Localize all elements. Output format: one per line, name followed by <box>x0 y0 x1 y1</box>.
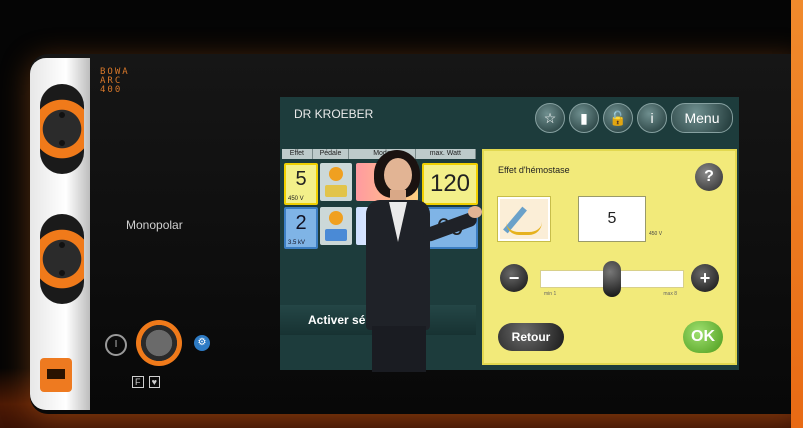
settings-icon[interactable]: ⚙ <box>194 335 210 351</box>
menu-button[interactable]: Menu <box>671 103 733 133</box>
tissue-wave-shape <box>506 222 542 235</box>
socket-pin <box>59 242 65 248</box>
ok-button[interactable]: OK <box>683 321 723 353</box>
effect-value: 2 <box>295 212 307 234</box>
book-icon[interactable]: ▮ <box>569 103 599 133</box>
increase-button[interactable]: + <box>691 264 719 292</box>
dialog-title: Effet d'hémostase <box>498 165 570 175</box>
slider-max-label: max 8 <box>663 291 677 297</box>
pedal-indicators: F ♥ <box>132 376 162 388</box>
effect-slider[interactable] <box>540 261 684 297</box>
presenter-skirt <box>372 326 426 372</box>
socket-top[interactable] <box>40 84 84 174</box>
slider-min-label: min 1 <box>544 291 557 297</box>
effect-cell[interactable]: 5 450 V <box>284 163 318 205</box>
socket-pin <box>59 112 65 118</box>
effect-voltage: 450 V <box>288 196 304 202</box>
back-button[interactable]: Retour <box>498 323 564 351</box>
top-toolbar: ☆ ▮ 🔓 i Menu <box>535 103 733 133</box>
brand-logo: BOWA ARC 400 <box>100 68 130 95</box>
effect-value: 5 <box>295 168 307 190</box>
presenter-figure <box>340 150 482 372</box>
mode-label: Monopolar <box>126 218 183 232</box>
hemostasis-dialog: Effet d'hémostase ? 5 450 V − min 1 max … <box>482 149 737 365</box>
brand-line: 400 <box>100 85 123 95</box>
star-icon[interactable]: ☆ <box>535 103 565 133</box>
voltage-label: 450 V <box>649 231 663 237</box>
decrease-button[interactable]: − <box>500 264 528 292</box>
pedal-f-icon: F <box>132 376 144 388</box>
heart-icon: ♥ <box>148 376 160 388</box>
socket-bottom[interactable] <box>40 214 84 304</box>
stage: BOWA ARC 400 Monopolar I ⚙ F ♥ DR KROEBE… <box>0 0 803 428</box>
effect-voltage: 3.5 kV <box>288 240 306 246</box>
effect-cell[interactable]: 2 3.5 kV <box>284 207 318 249</box>
page-title: DR KROEBER <box>294 107 374 121</box>
unlock-icon[interactable]: 🔓 <box>603 103 633 133</box>
power-icon[interactable]: I <box>105 334 127 356</box>
slider-thumb[interactable] <box>603 261 621 297</box>
scalpel-effect-icon <box>498 197 550 241</box>
socket-pin <box>59 270 65 276</box>
socket-pin <box>59 140 65 146</box>
info-icon[interactable]: i <box>637 103 667 133</box>
usb-port[interactable] <box>40 358 72 392</box>
effect-value-field[interactable]: 5 <box>578 196 646 242</box>
orange-edge <box>791 0 803 428</box>
col-header: Effet <box>282 149 313 159</box>
presenter-face <box>384 158 412 192</box>
help-icon[interactable]: ? <box>695 163 723 191</box>
presenter-hand <box>468 206 482 218</box>
control-knob[interactable] <box>136 320 182 366</box>
